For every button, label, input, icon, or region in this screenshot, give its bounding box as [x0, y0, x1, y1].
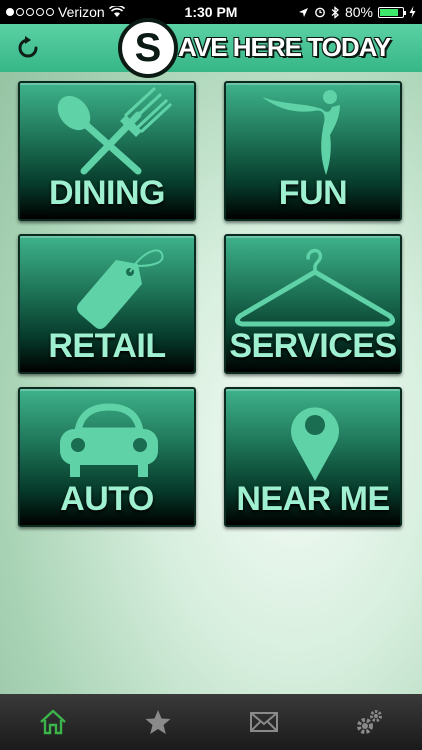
app-header: S AVE HERE TODAY [0, 18, 422, 78]
bluetooth-icon [331, 5, 339, 19]
tab-favorites[interactable] [128, 694, 188, 750]
price-tag-icon [77, 249, 164, 329]
category-tile-fun[interactable]: FUN [224, 81, 402, 221]
category-tile-services[interactable]: SERVICES [224, 234, 402, 374]
tile-label: SERVICES [229, 327, 397, 365]
location-arrow-icon [298, 7, 308, 17]
category-tile-retail[interactable]: RETAIL [18, 234, 196, 374]
star-icon [145, 710, 171, 734]
status-right: 80% [298, 4, 416, 20]
home-icon [39, 709, 66, 735]
category-tile-auto[interactable]: AUTO [18, 387, 196, 527]
tab-home[interactable] [23, 694, 83, 750]
logo-letter: S [134, 26, 162, 70]
category-tile-dining[interactable]: DINING [18, 81, 196, 221]
tile-label: NEAR ME [236, 480, 390, 518]
tab-bar [0, 694, 422, 750]
tab-messages[interactable] [234, 694, 294, 750]
status-bar: Verizon 1:30 PM 80% [0, 0, 422, 24]
hanger-icon [234, 248, 396, 327]
battery-percent: 80% [344, 4, 373, 20]
tile-label: FUN [278, 174, 348, 212]
mail-icon [249, 712, 278, 732]
tile-label: AUTO [60, 480, 154, 518]
dancer-icon [262, 90, 340, 175]
app-title: AVE HERE TODAY [178, 32, 391, 62]
tab-settings[interactable] [339, 694, 399, 750]
fork-spoon-icon [57, 87, 172, 175]
alarm-icon [315, 7, 325, 18]
car-icon [60, 403, 158, 477]
battery-icon [378, 6, 406, 18]
logo-badge: S [118, 18, 178, 78]
map-pin-icon [291, 407, 339, 481]
tile-label: DINING [49, 174, 166, 212]
refresh-icon[interactable] [14, 34, 42, 62]
tile-label: RETAIL [48, 327, 166, 365]
category-tile-near-me[interactable]: NEAR ME [224, 387, 402, 527]
gears-icon [357, 710, 383, 734]
charging-bolt-icon [409, 6, 416, 18]
